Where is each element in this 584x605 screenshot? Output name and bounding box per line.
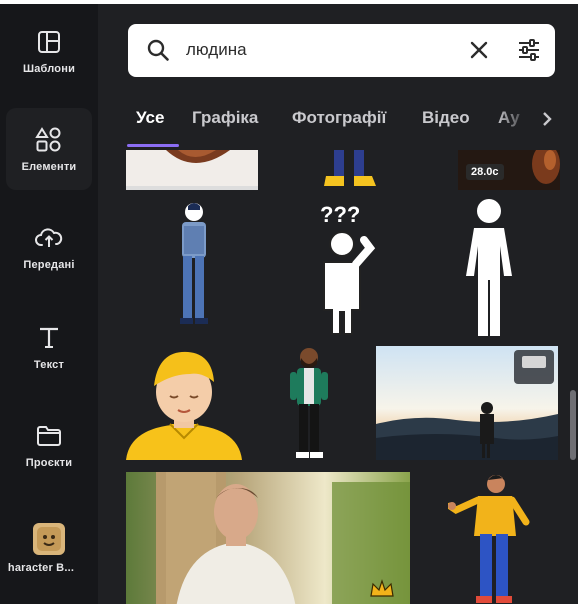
landscape-photo[interactable]: [376, 346, 558, 460]
chevron-right-icon[interactable]: [540, 110, 554, 133]
crown-icon: [368, 578, 396, 604]
rail-item-label: Проєкти: [25, 457, 73, 469]
rail-item-label: Шаблони: [22, 63, 76, 75]
rail-item-uploads[interactable]: Передані: [6, 206, 92, 288]
rail-item-character-builder[interactable]: haracter B...: [6, 512, 92, 594]
blond-man-illustration[interactable]: [126, 346, 242, 460]
video-duration: 28.0с: [466, 164, 504, 180]
cloud-upload-icon: [34, 223, 64, 253]
folder-icon: [34, 421, 64, 451]
presenting-man-illustration[interactable]: [448, 472, 534, 604]
rail-item-label: Текст: [33, 359, 65, 371]
svg-text:???: ???: [320, 202, 360, 227]
tab-videos[interactable]: Відео: [422, 108, 470, 128]
rail-item-label: Передані: [23, 259, 75, 271]
photo-thumbnail[interactable]: [126, 150, 258, 190]
side-rail: Шаблони Елементи Передані Текст Проєкти: [0, 4, 98, 604]
person-silhouette-icon[interactable]: [456, 198, 522, 338]
search-icon: [146, 38, 170, 67]
filter-icon[interactable]: [516, 37, 542, 68]
rail-item-templates[interactable]: Шаблони: [6, 10, 92, 92]
rail-item-label: haracter B...: [7, 562, 75, 574]
character-builder-icon: [32, 522, 66, 556]
search-input[interactable]: людина: [186, 40, 247, 60]
scrollbar-thumb[interactable]: [570, 390, 576, 460]
rail-item-text[interactable]: Текст: [6, 306, 92, 388]
search-bar[interactable]: людина: [128, 24, 555, 77]
tab-photos[interactable]: Фотографії: [292, 108, 386, 128]
confused-person-icon[interactable]: ???: [300, 200, 384, 336]
bearded-man-illustration[interactable]: [284, 346, 334, 464]
text-icon: [34, 323, 64, 353]
close-icon[interactable]: [468, 39, 490, 66]
shapes-icon: [34, 125, 64, 155]
elements-panel: Шаблони Елементи Передані Текст Проєкти: [0, 4, 578, 604]
tab-graphics[interactable]: Графіка: [192, 108, 258, 128]
tab-all[interactable]: Усе: [136, 108, 164, 128]
legs-illustration[interactable]: [310, 150, 390, 192]
man-standing-illustration[interactable]: [168, 200, 220, 332]
rail-item-label: Елементи: [21, 161, 77, 173]
layout-icon: [34, 27, 64, 57]
rail-item-elements[interactable]: Елементи: [6, 108, 92, 190]
rail-item-projects[interactable]: Проєкти: [6, 404, 92, 486]
active-tab-indicator: [127, 144, 179, 147]
